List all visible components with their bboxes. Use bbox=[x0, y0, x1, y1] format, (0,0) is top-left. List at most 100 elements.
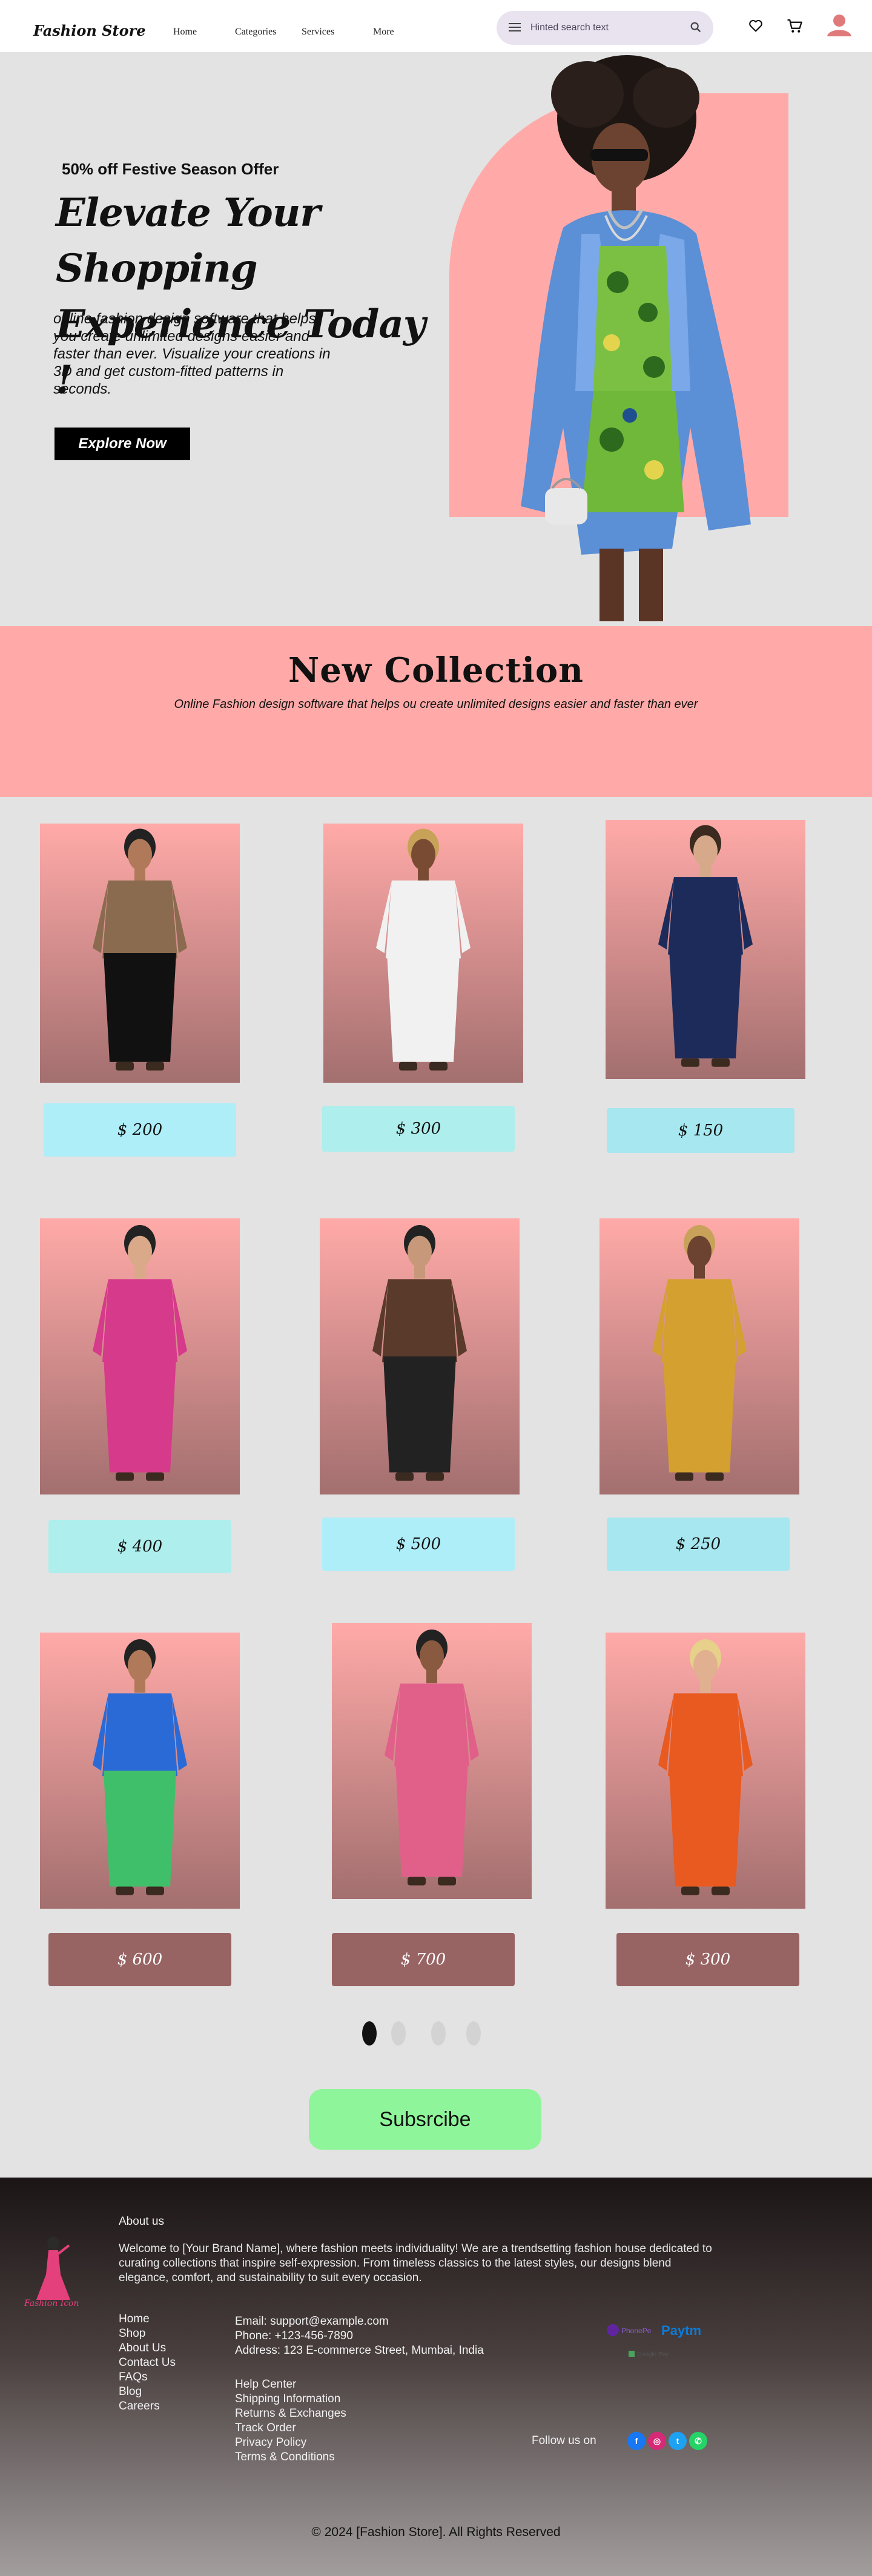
figure-shape bbox=[146, 1886, 164, 1895]
figure-shape bbox=[134, 1679, 145, 1693]
about-text: Welcome to [Your Brand Name], where fash… bbox=[119, 2242, 712, 2284]
price-button[interactable]: $ 600 bbox=[48, 1933, 231, 1986]
carousel-dot[interactable] bbox=[391, 2021, 406, 2046]
collection-title: New Collection bbox=[288, 650, 584, 690]
figure-shape bbox=[681, 1058, 699, 1067]
figure-shape bbox=[712, 1058, 730, 1067]
footer-link-careers[interactable]: Careers bbox=[119, 2399, 176, 2414]
figure-shape bbox=[426, 1472, 444, 1481]
figure-shape bbox=[382, 1279, 457, 1362]
price-button[interactable]: $ 300 bbox=[322, 1106, 515, 1152]
product-card[interactable] bbox=[332, 1623, 532, 1899]
price-button[interactable]: $ 400 bbox=[48, 1520, 231, 1573]
product-card[interactable] bbox=[600, 1218, 799, 1494]
figure-shape bbox=[128, 839, 152, 871]
nav-categories[interactable]: Categories bbox=[235, 27, 276, 38]
figure-shape bbox=[104, 1771, 176, 1887]
instagram-icon[interactable]: ◎ bbox=[648, 2432, 666, 2450]
search-input[interactable] bbox=[530, 21, 682, 35]
footer-link-shop[interactable]: Shop bbox=[119, 2327, 176, 2341]
carousel-dot[interactable] bbox=[362, 2021, 377, 2046]
nav-services[interactable]: Services bbox=[302, 27, 334, 38]
price-button[interactable]: $ 250 bbox=[607, 1518, 790, 1571]
product-image bbox=[658, 825, 753, 1067]
nav-more[interactable]: More bbox=[373, 27, 394, 38]
heart-icon[interactable] bbox=[747, 17, 764, 34]
subscribe-button[interactable]: Subsrcibe bbox=[309, 2089, 541, 2150]
shipping-info-link[interactable]: Shipping Information bbox=[235, 2392, 346, 2406]
user-avatar-icon[interactable] bbox=[826, 13, 853, 38]
footer: Fashion Icon About us Welcome to [Your B… bbox=[0, 2178, 872, 2576]
brand-logo[interactable]: Fashion Store bbox=[33, 22, 146, 39]
figure-shape bbox=[387, 953, 460, 1062]
figure-shape bbox=[426, 1669, 437, 1683]
figure-shape bbox=[669, 1771, 742, 1887]
nav-home[interactable]: Home bbox=[173, 27, 197, 38]
price-button[interactable]: $ 500 bbox=[322, 1518, 515, 1571]
price-button[interactable]: $ 150 bbox=[607, 1108, 794, 1153]
twitter-icon[interactable]: t bbox=[669, 2432, 687, 2450]
search-icon[interactable] bbox=[689, 21, 702, 34]
price-button[interactable]: $ 200 bbox=[44, 1103, 236, 1157]
menu-icon[interactable] bbox=[509, 23, 522, 33]
figure-shape bbox=[386, 880, 461, 959]
figure-shape bbox=[395, 1472, 414, 1481]
carousel-dot[interactable] bbox=[431, 2021, 446, 2046]
returns-link[interactable]: Returns & Exchanges bbox=[235, 2406, 346, 2421]
track-order-link[interactable]: Track Order bbox=[235, 2421, 346, 2436]
figure-shape bbox=[414, 1265, 425, 1279]
figure-shape bbox=[429, 1062, 448, 1071]
product-image bbox=[93, 1639, 187, 1895]
footer-link-contact[interactable]: Contact Us bbox=[119, 2356, 176, 2370]
search-bar bbox=[497, 11, 713, 45]
help-center-link[interactable]: Help Center bbox=[235, 2377, 346, 2392]
payment-logos: PhonePe Paytm Google Pay bbox=[607, 2323, 701, 2358]
footer-link-home[interactable]: Home bbox=[119, 2312, 176, 2327]
product-card[interactable] bbox=[40, 824, 240, 1083]
new-collection-banner: New Collection Online Fashion design sof… bbox=[0, 626, 872, 797]
figure-shape bbox=[102, 880, 177, 959]
product-card[interactable] bbox=[323, 824, 523, 1083]
figure-shape bbox=[669, 949, 742, 1058]
product-card[interactable] bbox=[40, 1633, 240, 1909]
hero-title-line1: Elevate Your Shopping bbox=[56, 190, 320, 291]
figure-shape bbox=[394, 1683, 469, 1767]
figure-shape bbox=[700, 1679, 711, 1693]
figure-shape bbox=[102, 1693, 177, 1777]
footer-link-blog[interactable]: Blog bbox=[119, 2385, 176, 2399]
phonepe-logo: PhonePe bbox=[621, 2327, 652, 2335]
figure-shape bbox=[693, 835, 718, 867]
product-card[interactable] bbox=[606, 1633, 805, 1909]
logo-text: Fashion Icon bbox=[24, 2299, 79, 2308]
figure-shape bbox=[116, 1472, 134, 1481]
cart-icon[interactable] bbox=[786, 17, 804, 35]
explore-now-button[interactable]: Explore Now bbox=[54, 428, 190, 460]
figure-shape bbox=[418, 867, 429, 881]
contact-address: Address: 123 E-commerce Street, Mumbai, … bbox=[235, 2344, 484, 2357]
whatsapp-icon[interactable]: ✆ bbox=[689, 2432, 707, 2450]
footer-link-about[interactable]: About Us bbox=[119, 2341, 176, 2356]
payment-methods: PhonePe Paytm Google Pay bbox=[606, 2323, 708, 2374]
footer-link-faqs[interactable]: FAQs bbox=[119, 2370, 176, 2385]
facebook-icon[interactable]: f bbox=[627, 2432, 646, 2450]
figure-shape bbox=[408, 1877, 426, 1886]
terms-link[interactable]: Terms & Conditions bbox=[235, 2450, 346, 2465]
price-button[interactable]: $ 700 bbox=[332, 1933, 515, 1986]
gpay-logo: Google Pay bbox=[637, 2351, 669, 2358]
carousel-dot[interactable] bbox=[466, 2021, 481, 2046]
product-card[interactable] bbox=[40, 1218, 240, 1494]
social-icons: f ◎ t ✆ bbox=[627, 2432, 707, 2450]
top-navbar: Fashion Store Home Categories Services M… bbox=[0, 0, 872, 52]
figure-shape bbox=[399, 1062, 417, 1071]
figure-shape bbox=[662, 1279, 737, 1362]
figure-shape bbox=[128, 1235, 152, 1267]
figure-shape bbox=[104, 953, 176, 1062]
product-image bbox=[93, 1225, 187, 1481]
fashion-icon-logo[interactable] bbox=[24, 2232, 82, 2305]
product-image bbox=[385, 1630, 479, 1886]
contact-email: Email: support@example.com bbox=[235, 2315, 389, 2328]
product-card[interactable] bbox=[320, 1218, 520, 1494]
product-card[interactable] bbox=[606, 820, 805, 1079]
privacy-policy-link[interactable]: Privacy Policy bbox=[235, 2436, 346, 2450]
price-button[interactable]: $ 300 bbox=[616, 1933, 799, 1986]
